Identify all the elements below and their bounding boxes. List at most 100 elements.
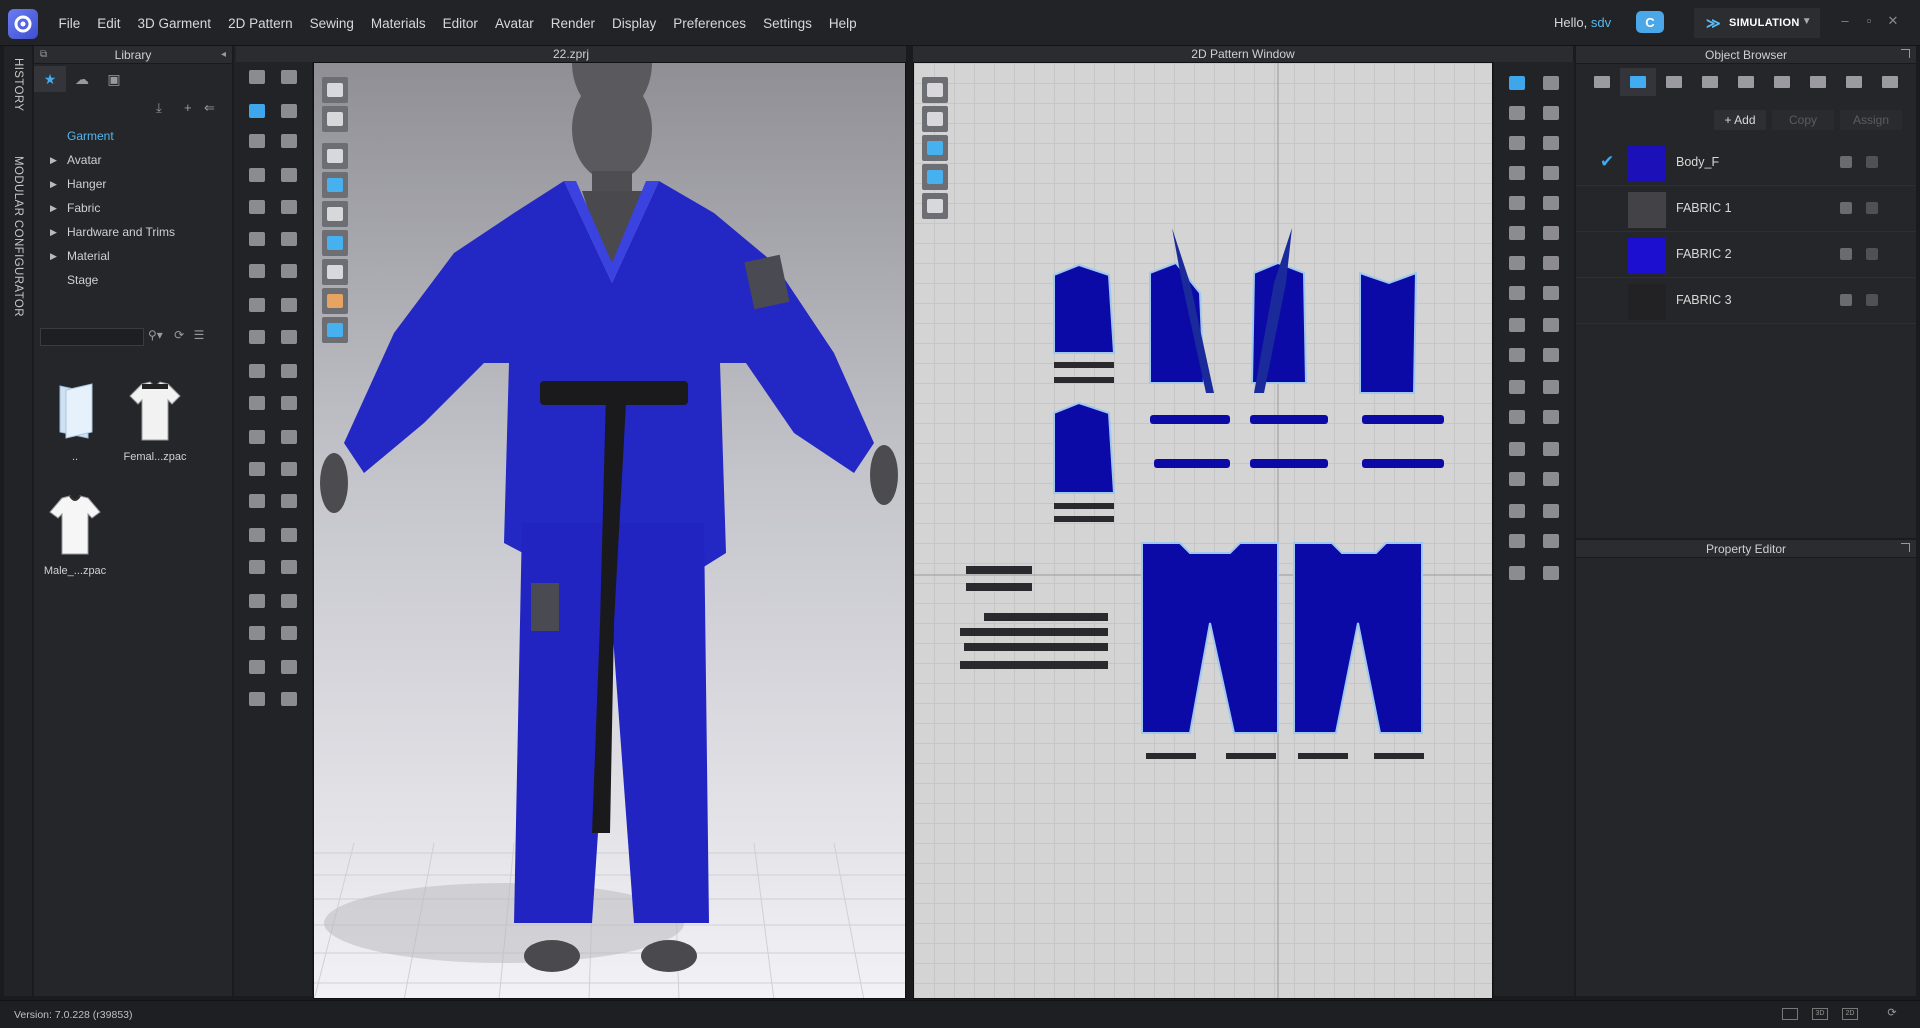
fabric-property-icon[interactable]	[1840, 202, 1852, 214]
list-tab-icon[interactable]	[1584, 68, 1620, 96]
garment-2d-display-icon[interactable]	[922, 106, 948, 132]
toolbar-3d-tool-icon[interactable]	[276, 656, 302, 678]
toolbar-3d-tool-icon[interactable]	[276, 458, 302, 480]
shading-icon[interactable]	[322, 259, 348, 285]
toolbar-3d-tool-icon[interactable]	[244, 66, 270, 88]
toolbar-2d-tool-icon[interactable]	[1504, 132, 1530, 154]
toolbar-3d-tool-icon[interactable]	[276, 490, 302, 512]
toolbar-3d-tool-icon[interactable]	[244, 392, 270, 414]
menu-edit[interactable]: Edit	[89, 16, 129, 31]
menu-sewing[interactable]: Sewing	[301, 16, 362, 31]
copy-button[interactable]: Copy	[1772, 110, 1834, 130]
toolbar-3d-tool-icon[interactable]	[276, 196, 302, 218]
toolbar-3d-tool-icon[interactable]	[276, 260, 302, 282]
avatar-display-icon[interactable]	[322, 77, 348, 103]
fabric-row-fabric-3[interactable]: FABRIC 3	[1576, 278, 1916, 324]
toolbar-3d-tool-icon[interactable]	[244, 228, 270, 250]
cloud-icon[interactable]: C	[1636, 11, 1664, 33]
split-view-icon[interactable]	[1782, 1008, 1798, 1020]
thumb-female-garment[interactable]: Femal...zpac	[120, 378, 190, 463]
minimize-icon[interactable]: –	[1838, 14, 1852, 28]
zipper-tab-icon[interactable]	[1800, 68, 1836, 96]
toolbar-3d-tool-icon[interactable]	[244, 260, 270, 282]
toolbar-3d-tool-icon[interactable]	[244, 326, 270, 348]
info-icon[interactable]	[922, 135, 948, 161]
expand-arrow-icon[interactable]: ▶	[50, 220, 57, 244]
toolbar-3d-tool-icon[interactable]	[244, 130, 270, 152]
toolbar-2d-tool-icon[interactable]	[1504, 376, 1530, 398]
clo-logo-icon[interactable]	[8, 9, 38, 39]
view-2d-icon[interactable]: 2D	[1842, 1008, 1858, 1020]
expand-arrow-icon[interactable]: ▶	[50, 172, 57, 196]
toolbar-2d-tool-icon[interactable]	[1538, 192, 1564, 214]
toolbar-3d-tool-icon[interactable]	[276, 556, 302, 578]
toolbar-3d-tool-icon[interactable]	[244, 360, 270, 382]
library-search-input[interactable]	[40, 328, 144, 346]
username[interactable]: sdv	[1591, 15, 1611, 30]
pattern-view-icon[interactable]	[322, 230, 348, 256]
menu-avatar[interactable]: Avatar	[486, 16, 542, 31]
menu-help[interactable]: Help	[820, 16, 865, 31]
fabric-view-icon[interactable]	[922, 164, 948, 190]
toolbar-2d-tool-icon[interactable]	[1538, 500, 1564, 522]
toolbar-3d-tool-icon[interactable]	[244, 590, 270, 612]
search-icon[interactable]: ⚲▾	[148, 328, 163, 342]
menu-3d-garment[interactable]: 3D Garment	[129, 16, 220, 31]
modular-configurator-tab[interactable]: MODULAR CONFIGURATOR	[12, 156, 24, 317]
toolbar-2d-tool-icon[interactable]	[1504, 530, 1530, 552]
fabric-delete-icon[interactable]	[1866, 156, 1878, 168]
toolbar-2d-tool-icon[interactable]	[1538, 344, 1564, 366]
puckering-tab-icon[interactable]	[1836, 68, 1872, 96]
download-icon[interactable]: ⤓	[156, 100, 162, 116]
toolbar-2d-tool-icon[interactable]	[1504, 406, 1530, 428]
fabric-property-icon[interactable]	[1840, 248, 1852, 260]
fabric-row-fabric-1[interactable]: FABRIC 1	[1576, 186, 1916, 232]
toolbar-2d-tool-icon[interactable]	[1538, 282, 1564, 304]
toolbar-2d-tool-icon[interactable]	[1504, 162, 1530, 184]
menu-2d-pattern[interactable]: 2D Pattern	[220, 16, 302, 31]
menu-preferences[interactable]: Preferences	[665, 16, 755, 31]
toolbar-3d-tool-icon[interactable]	[244, 656, 270, 678]
trim-tab-icon[interactable]	[1872, 68, 1908, 96]
toolbar-2d-tool-icon[interactable]	[1538, 530, 1564, 552]
skin-view-icon[interactable]	[322, 288, 348, 314]
toolbar-2d-tool-icon[interactable]	[1504, 344, 1530, 366]
refresh-icon[interactable]: ⟳	[174, 328, 184, 342]
toolbar-2d-tool-icon[interactable]	[1504, 252, 1530, 274]
menu-file[interactable]: File	[50, 16, 89, 31]
refresh-view-icon[interactable]: ⟳	[1884, 1008, 1900, 1020]
mode-selector[interactable]: ≫ SIMULATION ▼	[1694, 8, 1820, 38]
add-icon[interactable]: +	[184, 100, 192, 115]
toolbar-2d-tool-icon[interactable]	[1504, 72, 1530, 94]
toolbar-3d-tool-icon[interactable]	[276, 688, 302, 710]
toolbar-2d-tool-icon[interactable]	[1504, 102, 1530, 124]
avatar-silhouette-icon[interactable]	[922, 193, 948, 219]
toolbar-2d-tool-icon[interactable]	[1504, 468, 1530, 490]
thumb-male-garment[interactable]: Male_...zpac	[40, 492, 110, 577]
expand-icon[interactable]	[1901, 543, 1910, 552]
toolbar-3d-tool-icon[interactable]	[276, 294, 302, 316]
toolbar-3d-tool-icon[interactable]	[276, 622, 302, 644]
toolbar-2d-tool-icon[interactable]	[1538, 438, 1564, 460]
pattern-display-icon[interactable]	[922, 77, 948, 103]
toolbar-3d-tool-icon[interactable]	[276, 392, 302, 414]
environment-icon[interactable]	[322, 317, 348, 343]
view-3d-icon[interactable]: 3D	[1812, 1008, 1828, 1020]
toolbar-3d-tool-icon[interactable]	[276, 100, 302, 122]
toolbar-3d-tool-icon[interactable]	[276, 326, 302, 348]
avatar-pose-icon[interactable]	[322, 201, 348, 227]
toolbar-2d-tool-icon[interactable]	[1504, 438, 1530, 460]
fabric-delete-icon[interactable]	[1866, 294, 1878, 306]
toolbar-2d-tool-icon[interactable]	[1538, 222, 1564, 244]
back-icon[interactable]: ⇐	[204, 100, 215, 116]
thickness-view-icon[interactable]	[322, 172, 348, 198]
expand-arrow-icon[interactable]: ▶	[50, 148, 57, 172]
tree-item-stage[interactable]: Stage	[34, 268, 232, 292]
fabric-row-fabric-2[interactable]: FABRIC 2	[1576, 232, 1916, 278]
toolbar-3d-tool-icon[interactable]	[244, 490, 270, 512]
close-icon[interactable]: ✕	[1886, 14, 1900, 28]
fabric-delete-icon[interactable]	[1866, 202, 1878, 214]
fabric-swatch[interactable]	[1628, 284, 1666, 320]
toolbar-3d-tool-icon[interactable]	[276, 590, 302, 612]
favorites-tab-icon[interactable]: ★	[34, 66, 66, 92]
